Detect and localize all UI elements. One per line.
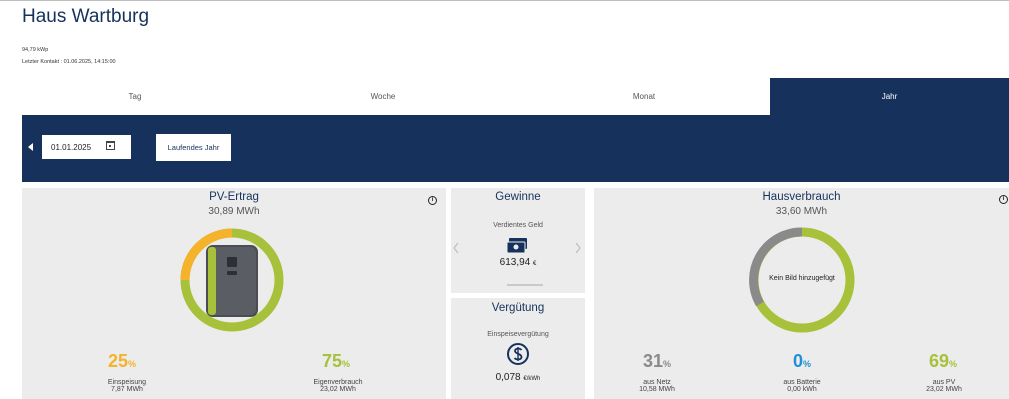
grid-share-arc xyxy=(749,227,803,307)
pv-percent: 69% xyxy=(929,351,958,371)
date-control-bar: 01.01.2025 Laufendes Jahr xyxy=(22,115,1009,182)
system-capacity: 94,79 kWp xyxy=(22,47,49,53)
pv-yield-donut xyxy=(180,228,284,332)
current-year-button[interactable]: Laufendes Jahr xyxy=(156,134,231,161)
page-title: Haus Wartburg xyxy=(22,6,150,27)
compensation-value: 0,078 €/kWh xyxy=(495,372,541,383)
date-picker-input[interactable]: 01.01.2025 xyxy=(42,135,131,159)
tab-month[interactable]: Monat xyxy=(518,78,770,115)
previous-period-arrow-icon[interactable] xyxy=(28,143,33,151)
period-tabs: Tag Woche Monat Jahr xyxy=(22,78,1009,115)
tab-day-label: Tag xyxy=(128,92,142,101)
house-consumption-card: Hausverbrauch 33,60 MWh i Kein Bild hinz… xyxy=(594,188,1009,399)
top-divider xyxy=(0,0,1009,1)
house-consumption-title: Hausverbrauch xyxy=(762,191,841,203)
earnings-title: Gewinne xyxy=(495,191,541,203)
tab-week-label: Woche xyxy=(370,92,396,101)
money-icon xyxy=(506,238,527,254)
pv-yield-title: PV-Ertrag xyxy=(209,191,259,203)
info-icon[interactable]: i xyxy=(428,196,437,205)
grid-label: aus Netz 10,58 MWh xyxy=(639,379,675,393)
house-consumption-total: 33,60 MWh xyxy=(775,206,828,217)
tab-month-label: Monat xyxy=(632,92,656,101)
dollar-icon-wrap xyxy=(507,343,529,365)
carousel-pagination xyxy=(507,284,543,286)
no-image-placeholder: Kein Bild hinzugefügt xyxy=(769,275,835,282)
earnings-value: 613,94 € xyxy=(499,257,537,268)
pv-yield-card: PV-Ertrag 30,89 MWh i 25% Einspeisung 7,8… xyxy=(22,188,446,399)
earnings-card: Gewinne Verdientes Geld 613,94 € xyxy=(451,188,585,293)
last-contact: Letzter Kontakt : 01.06.2025, 14:15:00 xyxy=(22,59,116,65)
self-use-label: Eigenverbrauch 23,02 MWh xyxy=(313,379,363,393)
earnings-label: Verdientes Geld xyxy=(493,222,543,229)
feed-in-percent: 25% xyxy=(108,351,137,371)
tab-day[interactable]: Tag xyxy=(22,78,248,115)
tab-year-label: Jahr xyxy=(881,92,898,101)
inverter-image xyxy=(206,245,258,317)
info-icon[interactable]: i xyxy=(999,195,1008,204)
compensation-title: Vergütung xyxy=(491,302,545,314)
pv-label: aus PV 23,02 MWh xyxy=(926,379,962,393)
tab-week[interactable]: Woche xyxy=(248,78,518,115)
carousel-prev-icon[interactable] xyxy=(453,242,459,254)
tab-year[interactable]: Jahr xyxy=(770,78,1009,115)
calendar-icon[interactable] xyxy=(106,141,115,150)
compensation-label: Einspeisevergütung xyxy=(487,331,549,338)
battery-label: aus Batterie 0,00 kWh xyxy=(783,379,821,393)
dollar-icon xyxy=(507,343,529,365)
self-use-percent: 75% xyxy=(322,351,351,371)
pv-yield-total: 30,89 MWh xyxy=(208,206,260,217)
battery-percent: 0% xyxy=(793,351,812,371)
grid-percent: 31% xyxy=(643,351,672,371)
carousel-next-icon[interactable] xyxy=(575,242,581,254)
date-value: 01.01.2025 xyxy=(51,142,92,152)
feed-in-label: Einspeisung 7,87 MWh xyxy=(107,379,147,393)
compensation-card: Vergütung Einspeisevergütung 0,078 €/kWh xyxy=(451,298,585,399)
